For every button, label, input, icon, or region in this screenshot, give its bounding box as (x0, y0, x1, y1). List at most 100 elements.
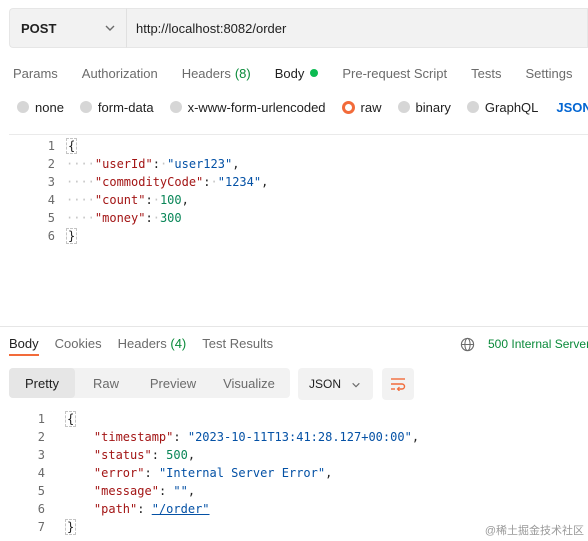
request-body-editor[interactable]: 1 2 3 4 5 6 { ····"userId":·"user123", ·… (9, 134, 588, 320)
tab-headers[interactable]: Headers (8) (182, 63, 251, 83)
format-label: JSON (309, 377, 342, 391)
json-value: "" (173, 484, 188, 498)
json-sep: , (187, 448, 196, 462)
tab-body[interactable]: Body (275, 63, 319, 83)
json-key: "path" (93, 502, 138, 516)
code-line: ····"userId":·"user123", (66, 157, 240, 171)
watermark: @稀土掘金技术社区 (484, 525, 584, 537)
tab-label: Headers (181, 65, 231, 81)
radio-icon (79, 101, 92, 113)
line-number: 2 (37, 430, 45, 444)
json-key: "status" (93, 448, 152, 462)
tab-label: Body (274, 65, 305, 81)
radio-form-data[interactable]: form-data (79, 100, 154, 115)
code-line: ····"count":·100, (66, 193, 189, 207)
tab-pre-request-script[interactable]: Pre-request Script (342, 63, 447, 83)
response-tabs: Body Cookies Headers (4) Test Results (9, 336, 289, 356)
chevron-down-icon (105, 25, 115, 31)
tab-response-headers[interactable]: Headers (4) (118, 336, 187, 356)
code-line: } (65, 519, 77, 535)
body-type-options: none form-data x-www-form-urlencoded raw… (17, 98, 588, 116)
view-raw-button[interactable]: Raw (75, 368, 137, 398)
line-number: 6 (47, 229, 55, 243)
json-key: "error" (93, 466, 145, 480)
radio-graphql[interactable]: GraphQL (466, 99, 539, 115)
view-preview-button[interactable]: Preview (137, 368, 209, 398)
json-value: 100 (159, 193, 182, 207)
json-value: 300 (159, 211, 182, 225)
method-select[interactable]: POST (9, 8, 126, 48)
line-number: 1 (47, 139, 55, 153)
line-number: 5 (47, 211, 55, 225)
tab-authorization[interactable]: Authorization (82, 63, 158, 83)
line-number: 5 (37, 484, 45, 498)
code-line: { (66, 138, 78, 154)
json-value: "user123" (167, 157, 233, 171)
json-sep: , (411, 430, 420, 444)
tab-cookies[interactable]: Cookies (55, 336, 102, 356)
view-pretty-button[interactable]: Pretty (9, 368, 75, 398)
tab-label: Settings (525, 65, 573, 81)
json-link-value[interactable]: "/order" (152, 502, 210, 516)
json-key: "userId" (94, 157, 153, 171)
code-line: "timestamp": "2023-10-11T13:41:28.127+00… (93, 430, 420, 444)
json-value: "1234" (217, 175, 262, 189)
line-number: 3 (47, 175, 55, 189)
json-key: "commodityCode" (94, 175, 204, 189)
line-number: 7 (37, 520, 45, 534)
line-number: 3 (37, 448, 45, 462)
radio-binary[interactable]: binary (397, 99, 451, 115)
json-key: "message" (93, 484, 159, 498)
body-format-select[interactable]: JSON (556, 100, 588, 115)
radio-label: GraphQL (484, 99, 539, 115)
close-brace: } (65, 519, 77, 535)
tab-label: Pre-request Script (342, 65, 448, 81)
radio-label: raw (360, 99, 382, 115)
url-input[interactable]: http://localhost:8082/order (126, 8, 588, 48)
radio-label: none (35, 99, 64, 115)
active-dot-icon (310, 69, 319, 77)
radio-raw[interactable]: raw (341, 99, 382, 115)
open-brace: { (66, 138, 78, 154)
json-value: "2023-10-11T13:41:28.127+00:00" (187, 430, 412, 444)
view-visualize-button[interactable]: Visualize (209, 368, 289, 398)
pane-divider[interactable] (0, 326, 588, 327)
code-line: "message": "", (93, 484, 196, 498)
tab-response-body[interactable]: Body (9, 336, 39, 356)
json-key: "money" (94, 211, 146, 225)
radio-label: binary (415, 99, 451, 115)
radio-label: x-www-form-urlencoded (187, 99, 326, 115)
wrap-lines-icon (391, 378, 406, 391)
json-value: 500 (166, 448, 188, 462)
request-tabs: Params Authorization Headers (8) Body Pre… (13, 63, 588, 83)
wrap-lines-button[interactable] (382, 368, 414, 400)
json-key: "timestamp" (93, 430, 174, 444)
code-line: ····"money":·300 (66, 211, 182, 225)
method-label: POST (21, 20, 57, 36)
tab-settings[interactable]: Settings (525, 63, 572, 83)
chevron-down-icon (352, 382, 360, 388)
tab-label: Cookies (54, 336, 102, 351)
tab-label: Body (9, 336, 39, 351)
json-sep: , (261, 175, 269, 189)
json-key: "count" (94, 193, 146, 207)
tab-count: (4) (170, 336, 187, 351)
radio-icon (397, 101, 410, 113)
response-format-select[interactable]: JSON (298, 368, 373, 400)
tab-count: (8) (234, 65, 251, 81)
radio-none[interactable]: none (17, 100, 64, 115)
tab-label: Test Results (202, 336, 274, 351)
json-sep: , (187, 484, 196, 498)
status-code-text[interactable]: 500 Internal Server (488, 337, 588, 351)
tab-test-results[interactable]: Test Results (202, 336, 273, 356)
tab-params[interactable]: Params (13, 63, 58, 83)
tab-tests[interactable]: Tests (471, 63, 501, 83)
globe-icon[interactable] (460, 337, 475, 352)
code-line: { (65, 411, 77, 427)
radio-icon (169, 101, 182, 113)
code-line: ····"commodityCode":·"1234", (66, 175, 269, 189)
line-number: 6 (37, 502, 45, 516)
radio-x-www-form-urlencoded[interactable]: x-www-form-urlencoded (169, 99, 326, 115)
open-brace: { (65, 411, 77, 427)
radio-icon (466, 101, 479, 113)
